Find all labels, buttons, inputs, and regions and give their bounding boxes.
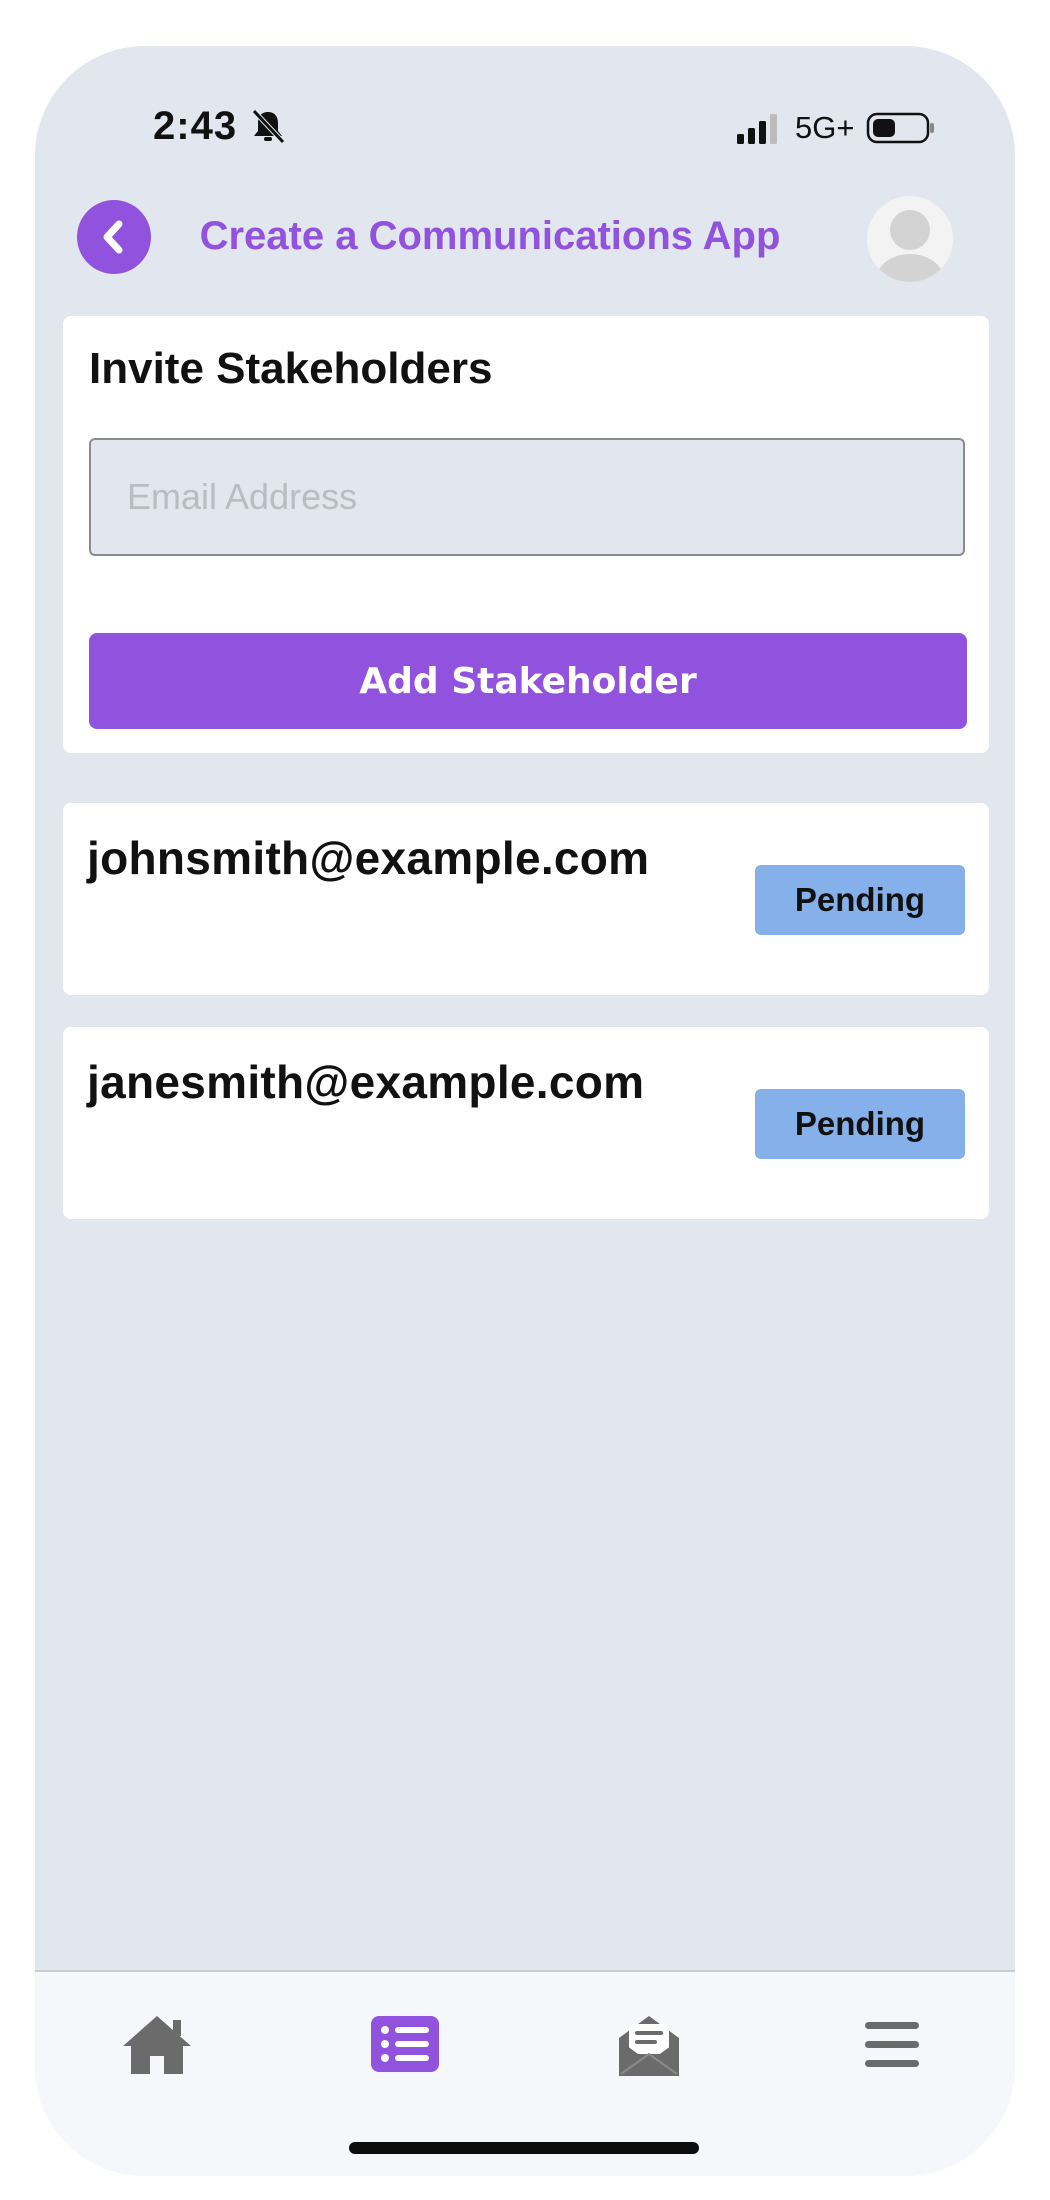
- bell-slash-icon: [252, 109, 285, 144]
- mail-open-icon: [619, 2016, 679, 2076]
- user-avatar-icon: [876, 210, 944, 282]
- network-label: 5G+: [795, 110, 855, 145]
- home-indicator[interactable]: [349, 2142, 699, 2154]
- nav-list[interactable]: [365, 2010, 445, 2080]
- stakeholder-row: johnsmith@example.com Pending: [63, 803, 989, 995]
- email-field[interactable]: [89, 438, 965, 556]
- menu-icon: [865, 2022, 919, 2067]
- nav-home[interactable]: [117, 2010, 197, 2080]
- stakeholder-email: johnsmith@example.com: [87, 832, 650, 884]
- back-button[interactable]: [77, 200, 151, 274]
- stakeholder-email: janesmith@example.com: [87, 1056, 645, 1108]
- stakeholder-row: janesmith@example.com Pending: [63, 1027, 989, 1219]
- invite-heading: Invite Stakeholders: [89, 344, 493, 393]
- status-badge[interactable]: Pending: [755, 1089, 965, 1159]
- page-title: Create a Communications App: [199, 214, 781, 258]
- battery-icon: [866, 112, 934, 144]
- signal-icon: [737, 114, 777, 144]
- home-icon: [123, 2016, 191, 2074]
- list-icon: [371, 2016, 439, 2072]
- status-time: 2:43: [153, 104, 238, 148]
- chevron-left-icon: [103, 220, 123, 254]
- status-badge[interactable]: Pending: [755, 865, 965, 935]
- invite-card: Invite Stakeholders Add Stakeholder: [63, 316, 989, 753]
- nav-menu[interactable]: [853, 2010, 933, 2080]
- nav-mail[interactable]: [609, 2010, 689, 2080]
- add-stakeholder-button[interactable]: Add Stakeholder: [89, 633, 967, 729]
- user-avatar[interactable]: [867, 196, 953, 282]
- phone-screen: 2:43 5G+ Create a Communications App Inv…: [35, 46, 1015, 2176]
